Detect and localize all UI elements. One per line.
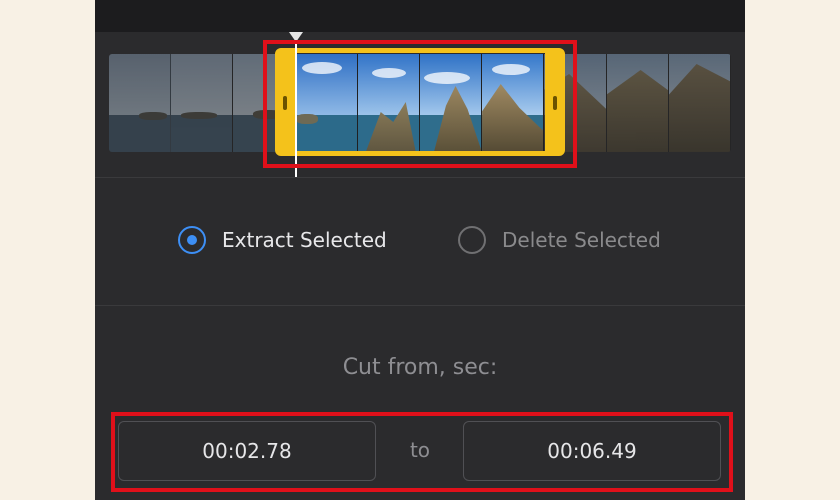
radio-selected-icon[interactable] xyxy=(178,226,206,254)
radio-unselected-icon[interactable] xyxy=(458,226,486,254)
delete-selected-option[interactable]: Delete Selected xyxy=(458,226,661,254)
cut-from-label: Cut from, sec: xyxy=(342,355,498,380)
highlight-box-selection xyxy=(263,40,577,168)
extract-selected-option[interactable]: Extract Selected xyxy=(178,226,387,254)
highlight-box-time-fields xyxy=(111,412,733,492)
delete-selected-label: Delete Selected xyxy=(502,228,661,252)
extract-selected-label: Extract Selected xyxy=(222,228,387,252)
top-bar xyxy=(95,0,745,32)
video-frame xyxy=(668,54,731,152)
video-frame xyxy=(171,54,234,152)
trim-mode-options: Extract Selected Delete Selected xyxy=(95,178,745,306)
video-frame xyxy=(109,54,172,152)
video-frame xyxy=(606,54,669,152)
